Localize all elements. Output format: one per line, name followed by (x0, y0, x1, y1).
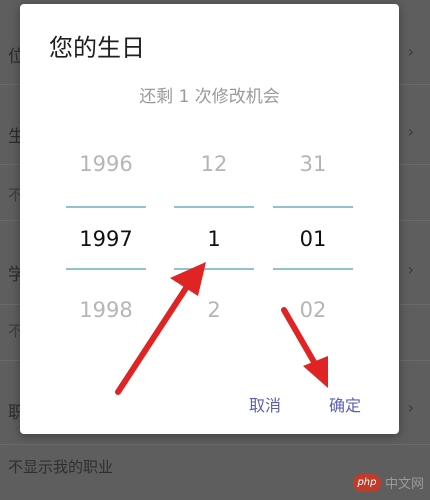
chevron-right-icon: › (407, 398, 414, 417)
year-next-option[interactable]: 1998 (66, 298, 146, 322)
month-picker[interactable]: 12 1 2 (174, 134, 254, 334)
php-logo: php (352, 473, 381, 492)
picker-divider (66, 268, 146, 270)
day-prev-option[interactable]: 31 (273, 152, 353, 176)
watermark: php 中文网 (352, 473, 424, 492)
picker-divider (273, 206, 353, 208)
month-prev-option[interactable]: 12 (174, 152, 254, 176)
watermark-text: 中文网 (384, 477, 424, 492)
year-picker[interactable]: 1996 1997 1998 (66, 134, 146, 334)
year-prev-option[interactable]: 1996 (66, 152, 146, 176)
month-selected-option[interactable]: 1 (174, 227, 254, 251)
chevron-right-icon: › (407, 42, 414, 61)
day-next-option[interactable]: 02 (273, 298, 353, 322)
day-picker[interactable]: 31 01 02 (273, 134, 353, 334)
dialog-title: 您的生日 (49, 34, 145, 62)
chevron-right-icon: › (407, 260, 414, 279)
settings-footer-text: 不显示我的职业 (8, 458, 114, 476)
dialog-subtitle: 还剩 1 次修改机会 (139, 87, 280, 107)
day-selected-option[interactable]: 01 (273, 227, 353, 251)
year-selected-option[interactable]: 1997 (66, 227, 146, 251)
chevron-right-icon: › (407, 122, 414, 141)
cancel-button[interactable]: 取消 (249, 392, 281, 416)
picker-divider (66, 206, 146, 208)
month-next-option[interactable]: 2 (174, 298, 254, 322)
confirm-button[interactable]: 确定 (329, 392, 361, 416)
picker-divider (273, 268, 353, 270)
birthday-dialog: 您的生日 还剩 1 次修改机会 1996 1997 1998 12 1 2 31… (20, 4, 399, 434)
picker-divider (174, 268, 254, 270)
picker-divider (174, 206, 254, 208)
